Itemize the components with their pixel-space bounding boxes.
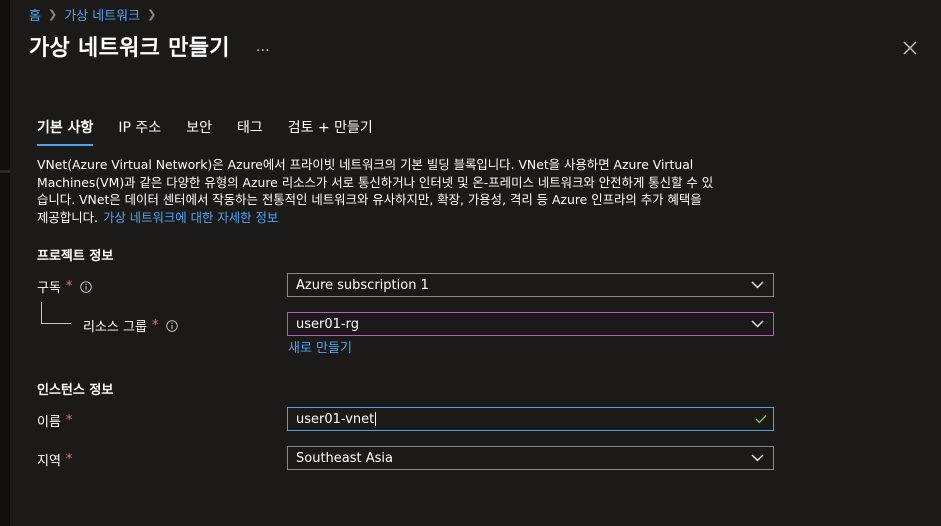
- tab-review-create[interactable]: 검토 + 만들기: [288, 117, 373, 142]
- close-icon[interactable]: [902, 40, 918, 56]
- resource-group-label: 리소스 그룹: [83, 320, 147, 335]
- description-line-last: 제공합니다. 가상 네트워크에 대한 자세한 정보: [37, 209, 777, 227]
- description-line: 습니다. VNet은 데이터 센터에서 작동하는 전통적인 네트워크와 유사하지…: [37, 192, 702, 207]
- checkmark-icon: [755, 415, 767, 424]
- more-options-icon[interactable]: …: [256, 39, 271, 55]
- region-dropdown[interactable]: Southeast Asia: [287, 446, 774, 470]
- required-marker: *: [65, 413, 73, 428]
- chevron-down-icon: [751, 320, 764, 328]
- title-row: 가상 네트워크 만들기 …: [29, 30, 271, 62]
- breadcrumb-home-link[interactable]: 홈: [29, 5, 41, 24]
- required-marker: *: [65, 279, 73, 294]
- region-label-group: 지역 *: [37, 450, 72, 469]
- resource-group-value: user01-rg: [296, 316, 359, 332]
- subscription-label: 구독: [37, 281, 61, 296]
- learn-more-link[interactable]: 가상 네트워크에 대한 자세한 정보: [103, 210, 278, 225]
- resource-group-dropdown[interactable]: user01-rg: [287, 312, 774, 336]
- name-label-group: 이름 *: [37, 411, 72, 430]
- tab-ip-addresses[interactable]: IP 주소: [118, 117, 161, 142]
- subscription-value: Azure subscription 1: [296, 277, 429, 293]
- page-title: 가상 네트워크 만들기: [29, 36, 230, 61]
- divider: [0, 170, 10, 173]
- breadcrumb: 홈 ❯ 가상 네트워크 ❯: [29, 5, 163, 24]
- description-line: VNet(Azure Virtual Network)은 Azure에서 프라이…: [37, 157, 694, 172]
- region-value: Southeast Asia: [296, 450, 393, 466]
- hierarchy-connector: [41, 302, 71, 324]
- tab-security[interactable]: 보안: [186, 117, 212, 142]
- vnet-name-input[interactable]: user01-vnet: [287, 407, 774, 431]
- required-marker: *: [65, 452, 73, 467]
- project-details-heading: 프로젝트 정보: [37, 249, 114, 264]
- description-line-text: 제공합니다.: [37, 209, 98, 225]
- vnet-description: VNet(Azure Virtual Network)은 Azure에서 프라이…: [37, 156, 777, 226]
- info-icon[interactable]: [80, 280, 93, 293]
- chevron-down-icon: [751, 281, 764, 289]
- region-label: 지역: [37, 454, 61, 469]
- subscription-dropdown[interactable]: Azure subscription 1: [287, 273, 774, 297]
- breadcrumb-virtual-networks-link[interactable]: 가상 네트워크: [64, 5, 140, 24]
- text-caret: [375, 412, 377, 426]
- chevron-right-icon: ❯: [47, 7, 58, 21]
- info-icon[interactable]: [166, 319, 179, 332]
- tab-basics[interactable]: 기본 사항: [37, 117, 94, 146]
- vnet-name-value: user01-vnet: [296, 411, 375, 427]
- description-line: Machines(VM)과 같은 다양한 유형의 Azure 리소스가 서로 통…: [37, 174, 714, 190]
- create-vnet-blade: 홈 ❯ 가상 네트워크 ❯ 가상 네트워크 만들기 … 기본 사항 IP 주소 …: [0, 0, 941, 526]
- name-label: 이름: [37, 415, 61, 430]
- create-new-resource-group-link[interactable]: 새로 만들기: [288, 337, 352, 356]
- chevron-down-icon: [751, 454, 764, 462]
- chevron-right-icon: ❯: [147, 7, 157, 21]
- tab-tags[interactable]: 태그: [237, 117, 263, 142]
- tab-list: 기본 사항 IP 주소 보안 태그 검토 + 만들기: [37, 117, 398, 146]
- instance-details-heading: 인스턴스 정보: [37, 383, 114, 398]
- required-marker: *: [151, 318, 159, 333]
- subscription-label-group: 구독 *: [37, 277, 93, 296]
- resource-group-label-group: 리소스 그룹 *: [83, 316, 179, 335]
- left-edge-panel: [0, 0, 10, 526]
